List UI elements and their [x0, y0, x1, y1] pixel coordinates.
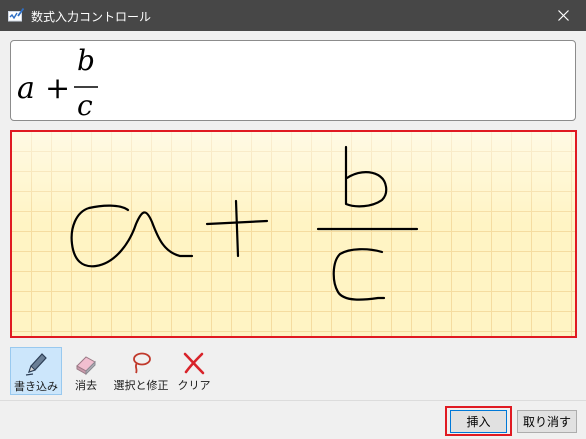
eraser-icon	[76, 356, 96, 376]
ink-stroke-b	[344, 145, 388, 208]
ink-stroke-plus-vertical	[234, 199, 240, 258]
ink-stroke-c	[332, 248, 386, 301]
ink-stroke-a	[70, 204, 194, 268]
pen-icon	[25, 353, 47, 376]
clear-tool-label: クリア	[177, 379, 211, 392]
lasso-icon	[133, 352, 151, 374]
erase-tool-button[interactable]: 消去	[66, 347, 106, 395]
math-pen-icon	[8, 8, 24, 22]
math-input-window: 数式入力コントロール a + b c 書き込み 消去 選択と修正 クリア 挿入 …	[0, 0, 586, 439]
preview-plus-sign: +	[45, 71, 70, 106]
select-correct-tool-label: 選択と修正	[113, 379, 169, 392]
write-tool-label: 書き込み	[14, 380, 58, 393]
dialog-footer: 挿入 取り消す	[0, 400, 586, 439]
preview-expression: a + b c	[17, 44, 98, 120]
recognized-preview: a + b c	[10, 40, 576, 121]
close-icon	[557, 10, 569, 21]
window-title: 数式入力コントロール	[31, 10, 152, 24]
title-bar: 数式入力コントロール	[0, 0, 586, 31]
select-correct-tool-button[interactable]: 選択と修正	[110, 347, 172, 395]
clear-tool-button[interactable]: クリア	[176, 347, 212, 395]
handwritten-ink	[70, 145, 419, 301]
preview-numerator-b: b	[77, 44, 95, 77]
write-tool-button[interactable]: 書き込み	[10, 347, 62, 395]
insert-button[interactable]: 挿入	[450, 410, 507, 433]
insert-button-highlight: 挿入	[445, 406, 512, 436]
ink-writing-area[interactable]	[10, 130, 577, 338]
erase-tool-label: 消去	[75, 379, 97, 392]
clear-x-icon	[183, 352, 205, 375]
preview-variable-a: a	[17, 71, 35, 106]
cancel-button[interactable]: 取り消す	[517, 410, 577, 433]
preview-denominator-c: c	[77, 89, 93, 120]
close-button[interactable]	[540, 0, 586, 31]
